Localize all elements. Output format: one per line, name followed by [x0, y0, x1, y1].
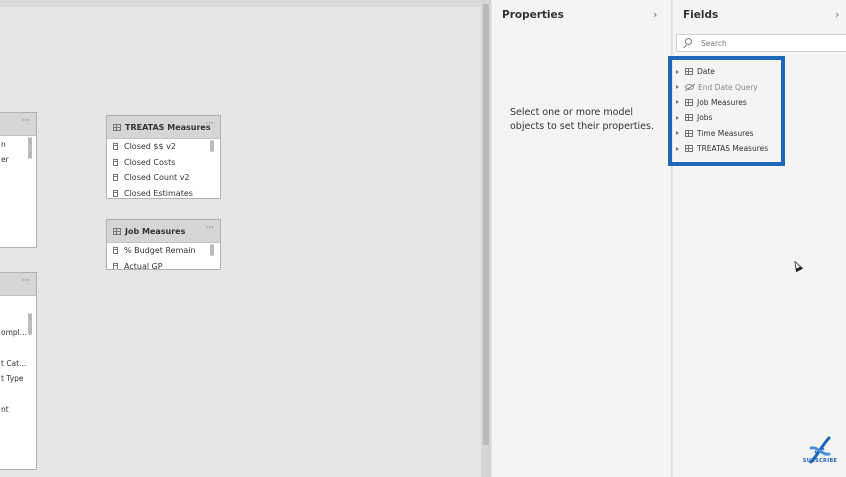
- field-row[interactable]: Closed Estimates: [107, 186, 220, 199]
- card-scrollbar[interactable]: [28, 313, 32, 335]
- model-canvas[interactable]: ··· n er TREATAS Measures ··· Closed $$ …: [0, 0, 481, 477]
- field-name[interactable]: t Cat...: [1, 359, 26, 368]
- calculator-icon: [113, 189, 118, 197]
- calculator-icon: [113, 262, 118, 269]
- chevron-right-icon[interactable]: ›: [835, 8, 839, 21]
- canvas-top-bar: [0, 0, 481, 7]
- field-name: Closed Estimates: [124, 188, 193, 198]
- table-card-partial-1[interactable]: ··· n er: [0, 112, 37, 248]
- more-options-icon[interactable]: ···: [205, 119, 214, 129]
- table-card-header: ···: [0, 113, 36, 136]
- field-name: % Budget Remain: [124, 246, 196, 256]
- more-options-icon[interactable]: ···: [205, 223, 214, 233]
- card-scrollbar[interactable]: [210, 244, 214, 256]
- highlight-box: [668, 56, 785, 166]
- card-scrollbar[interactable]: [28, 137, 32, 159]
- field-name[interactable]: n: [1, 140, 6, 149]
- table-card-title: TREATAS Measures: [125, 122, 211, 132]
- search-box[interactable]: Search: [676, 34, 846, 52]
- table-card-header: Job Measures ···: [107, 220, 220, 243]
- calculator-icon: [113, 174, 118, 182]
- field-row[interactable]: Closed $$ v2: [107, 139, 220, 155]
- subscribe-label: SUBSCRIBE: [802, 458, 838, 464]
- field-row[interactable]: Closed Count v2: [107, 170, 220, 186]
- search-input[interactable]: Search: [701, 39, 727, 48]
- field-name: Closed $$ v2: [124, 142, 176, 152]
- calculator-icon: [113, 143, 118, 151]
- table-card-title: Job Measures: [125, 226, 186, 236]
- table-card-partial-2[interactable]: ··· ompl... t Cat... t Type nt: [0, 272, 37, 470]
- table-card-treatas-measures[interactable]: TREATAS Measures ··· Closed $$ v2 Closed…: [106, 115, 221, 199]
- table-card-job-measures[interactable]: Job Measures ··· % Budget Remain Actual …: [106, 219, 221, 270]
- fields-title: Fields: [683, 9, 719, 21]
- properties-pane: Properties › Select one or more model ob…: [492, 0, 672, 477]
- field-name[interactable]: nt: [1, 405, 9, 414]
- more-options-icon[interactable]: ···: [21, 276, 30, 286]
- more-options-icon[interactable]: ···: [21, 116, 30, 126]
- field-name: Closed Costs: [124, 157, 176, 167]
- canvas-scrollbar-thumb[interactable]: [483, 4, 489, 445]
- field-name: Closed Count v2: [124, 173, 190, 183]
- field-row[interactable]: Closed Costs: [107, 155, 220, 171]
- field-row[interactable]: % Budget Remain: [107, 243, 220, 259]
- table-card-header: TREATAS Measures ···: [107, 116, 220, 139]
- field-name[interactable]: t Type: [1, 374, 24, 383]
- properties-empty-message: Select one or more model objects to set …: [510, 107, 654, 132]
- field-name[interactable]: ompl...: [1, 328, 27, 337]
- calculator-icon: [113, 247, 118, 255]
- field-name[interactable]: er: [1, 155, 9, 164]
- calculator-icon: [113, 158, 118, 166]
- card-scrollbar[interactable]: [210, 140, 214, 152]
- search-icon: [685, 38, 692, 45]
- table-icon: [113, 227, 121, 235]
- field-name: Actual GP: [124, 261, 163, 270]
- table-card-header: ···: [0, 273, 36, 296]
- chevron-right-icon[interactable]: ›: [653, 8, 657, 21]
- field-row[interactable]: Actual GP: [107, 259, 220, 270]
- properties-title: Properties: [502, 9, 564, 21]
- table-icon: [113, 123, 121, 131]
